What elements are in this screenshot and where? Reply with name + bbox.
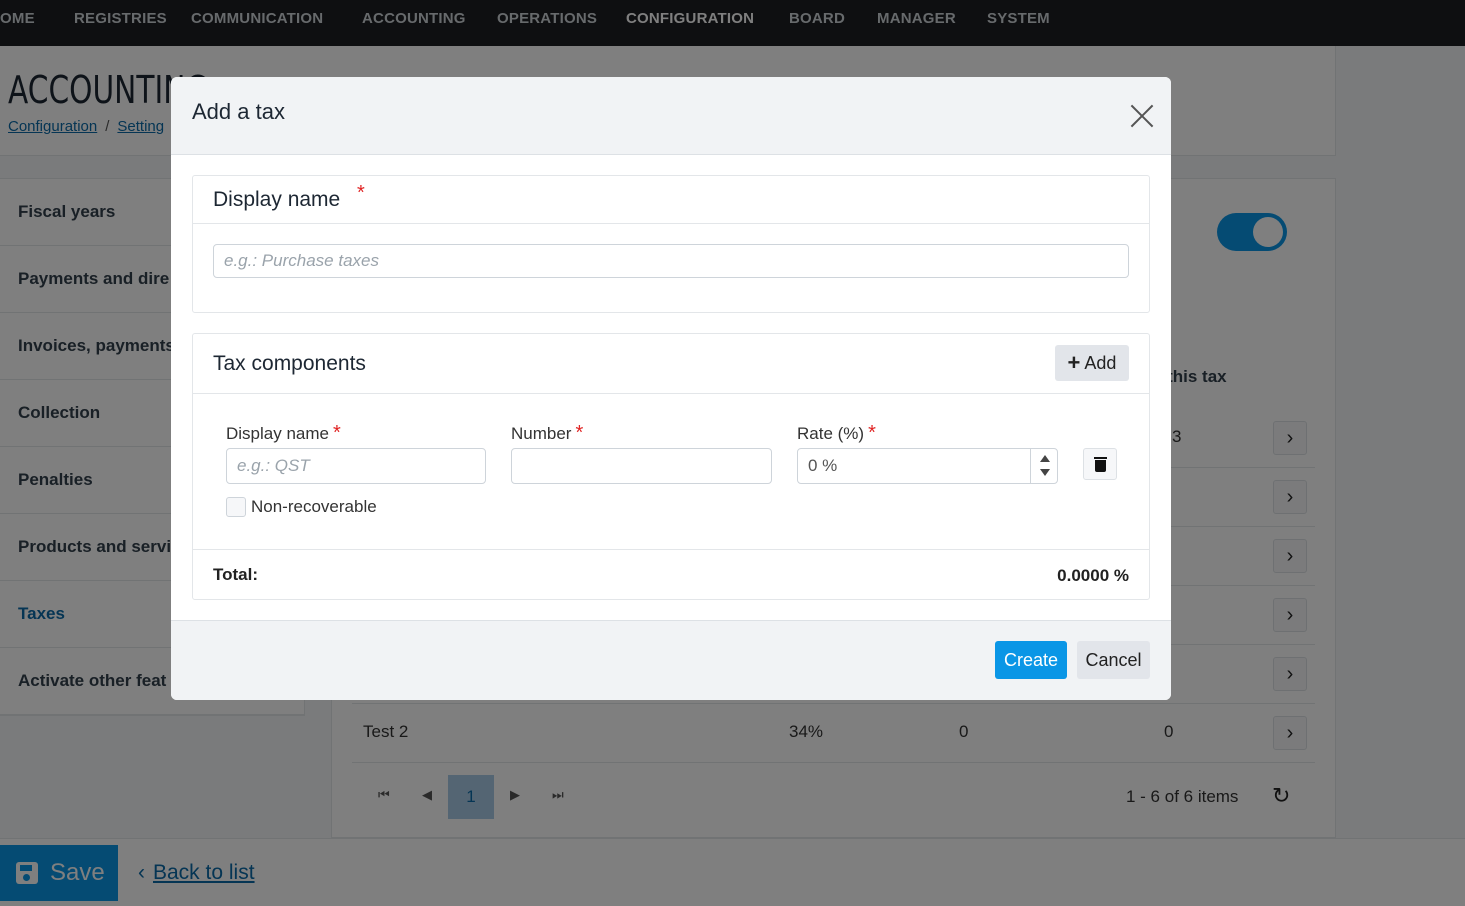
required-marker: *	[575, 422, 584, 444]
required-marker: *	[868, 422, 876, 444]
tax-components-header: Tax components + Add	[193, 334, 1149, 394]
stepper-up-icon[interactable]	[1040, 455, 1050, 462]
dialog-footer: Create Cancel	[171, 620, 1171, 700]
display-name-placeholder: e.g.: Purchase taxes	[224, 251, 379, 270]
plus-icon: +	[1067, 350, 1081, 375]
dialog-header: Add a tax	[171, 77, 1171, 155]
cancel-button[interactable]: Cancel	[1077, 641, 1150, 679]
component-rate-value: 0 %	[808, 456, 838, 475]
trash-icon-body	[1095, 460, 1106, 472]
component-rate-label: Rate (%) *	[797, 422, 876, 445]
add-tax-dialog: Add a tax Display name * e.g.: Purchase …	[171, 77, 1171, 700]
add-component-label: Add	[1084, 352, 1117, 373]
component-rate-input[interactable]: 0 %	[797, 448, 1058, 484]
trash-icon	[1094, 457, 1107, 459]
display-name-label: Display name	[213, 188, 341, 211]
tax-components-title: Tax components	[213, 352, 366, 375]
component-display-name-placeholder: e.g.: QST	[237, 456, 310, 475]
display-name-input[interactable]: e.g.: Purchase taxes	[213, 244, 1129, 278]
add-component-button[interactable]: + Add	[1055, 345, 1129, 381]
dialog-title: Add a tax	[192, 99, 285, 124]
component-display-name-text: Display name	[226, 424, 329, 443]
rate-stepper[interactable]	[1030, 449, 1058, 483]
total-row: Total: 0.0000 %	[193, 549, 1149, 599]
total-value: 0.0000 %	[1057, 566, 1129, 585]
required-marker: *	[333, 422, 341, 444]
component-display-name-input[interactable]: e.g.: QST	[226, 448, 486, 484]
component-number-label: Number *	[511, 422, 583, 445]
create-button[interactable]: Create	[995, 641, 1067, 679]
required-marker: *	[357, 182, 365, 204]
tax-components-panel: Tax components + Add Display name * e.g.:…	[192, 333, 1150, 600]
delete-component-button[interactable]	[1083, 448, 1117, 480]
component-display-name-label: Display name *	[226, 422, 341, 445]
display-name-header: Display name *	[193, 176, 1149, 224]
stepper-down-icon[interactable]	[1040, 469, 1050, 476]
component-number-input[interactable]	[511, 448, 772, 484]
close-icon[interactable]	[1129, 103, 1155, 129]
component-rate-text: Rate (%)	[797, 424, 865, 443]
total-label: Total:	[213, 565, 259, 584]
non-recoverable-label: Non-recoverable	[251, 497, 377, 516]
display-name-panel: Display name * e.g.: Purchase taxes	[192, 175, 1150, 313]
non-recoverable-checkbox[interactable]	[226, 497, 246, 517]
component-number-text: Number	[511, 424, 572, 443]
